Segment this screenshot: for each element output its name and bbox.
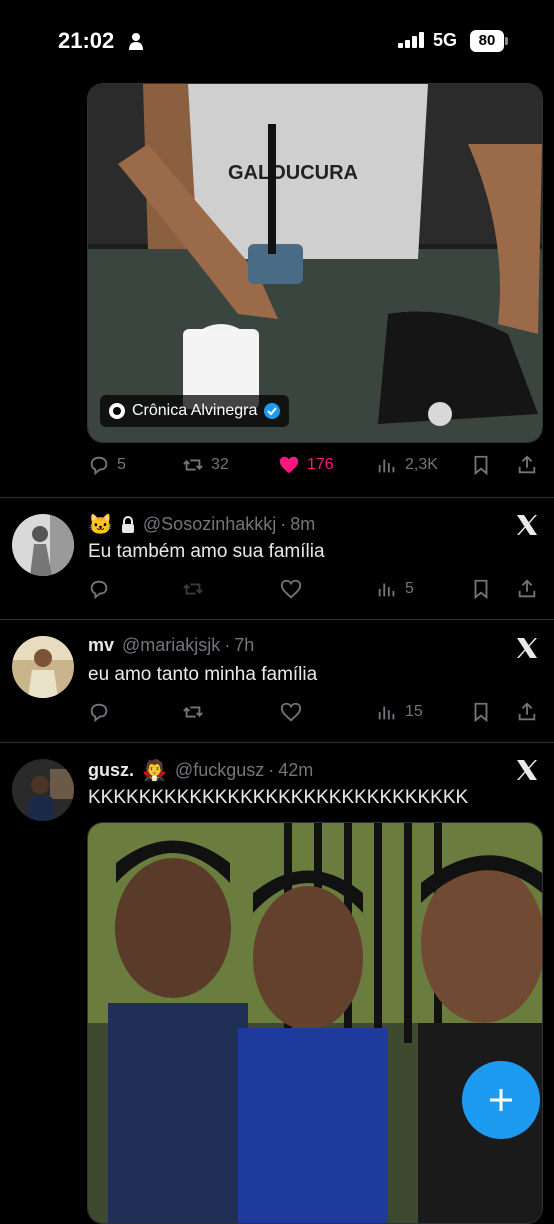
avatar[interactable] [12, 759, 74, 821]
compose-button[interactable] [462, 1061, 540, 1139]
divider [0, 742, 554, 743]
bookmark-icon [474, 702, 488, 723]
x-logo-icon [517, 638, 537, 658]
source-label: Crônica Alvinegra [132, 402, 258, 419]
network-type: 5G [433, 30, 458, 50]
display-name-emoji: 🐱 [88, 514, 113, 536]
battery-indicator: 80 [470, 30, 508, 52]
repost-icon [183, 459, 203, 471]
reply-button[interactable]: 5 [88, 454, 126, 476]
reply-icon [90, 703, 108, 723]
lock-icon [121, 515, 134, 533]
x-logo-icon [517, 515, 537, 535]
reply-button[interactable] [88, 701, 110, 723]
reply-text: KKKKKKKKKKKKKKKKKKKKKKKKKKKKKK [88, 787, 469, 808]
avatar[interactable] [12, 514, 74, 576]
timestamp: 7h [234, 635, 255, 655]
svg-text:GALOUCURA: GALOUCURA [228, 162, 358, 184]
repost-count: 32 [211, 456, 229, 473]
signal-icon [398, 32, 424, 48]
bookmark-button[interactable] [470, 454, 492, 476]
repost-button[interactable] [182, 701, 204, 723]
repost-icon [183, 583, 203, 595]
reply-text: eu amo tanto minha família [88, 664, 318, 685]
compose-icon [490, 1089, 512, 1111]
person-icon [129, 33, 143, 50]
reply-button[interactable] [88, 578, 110, 600]
views-button[interactable]: 5 [376, 578, 414, 600]
like-button[interactable] [280, 578, 302, 600]
views-button[interactable]: 2,3K [376, 454, 438, 476]
views-icon [378, 706, 395, 720]
share-button[interactable] [516, 578, 538, 600]
x-logo-icon [517, 760, 537, 780]
source-logo-icon [109, 403, 125, 419]
divider [0, 497, 554, 498]
handle[interactable]: @Sosozinhakkkj [143, 514, 276, 535]
handle[interactable]: @mariakjsjk [122, 635, 220, 656]
share-button[interactable] [516, 701, 538, 723]
reply-header: mv @mariakjsjk · 7h [88, 635, 255, 656]
bookmark-icon [474, 455, 488, 476]
views-icon [378, 459, 395, 473]
like-count: 176 [307, 456, 334, 473]
timestamp: 8m [290, 514, 316, 534]
share-button[interactable] [516, 454, 538, 476]
repost-button[interactable]: 32 [182, 454, 229, 476]
source-badge[interactable]: Crônica Alvinegra [100, 395, 290, 427]
timestamp: 42m [278, 760, 314, 780]
bookmark-button[interactable] [470, 578, 492, 600]
view-count: 2,3K [405, 456, 438, 473]
views-icon [378, 583, 395, 597]
display-name[interactable]: gusz. [88, 760, 134, 781]
like-button[interactable] [280, 701, 302, 723]
reply-count: 5 [117, 456, 126, 473]
like-button[interactable]: 176 [278, 454, 334, 476]
reply-header: gusz. 🧛 @fuckgusz · 42m [88, 760, 314, 782]
reply-text: Eu também amo sua família [88, 541, 325, 562]
views-button[interactable]: 15 [376, 701, 423, 723]
battery-level: 80 [470, 30, 504, 52]
share-icon [518, 702, 536, 721]
reply-photo[interactable] [87, 822, 543, 1224]
like-icon [280, 579, 302, 599]
divider [0, 619, 554, 620]
view-count: 15 [405, 703, 423, 720]
tweet-video[interactable]: GALOUCURA [87, 83, 543, 443]
repost-icon [183, 706, 203, 718]
bookmark-icon [474, 579, 488, 600]
repost-button[interactable] [182, 578, 204, 600]
like-icon [279, 456, 299, 474]
like-icon [280, 702, 302, 722]
bookmark-button[interactable] [470, 701, 492, 723]
reply-icon [90, 456, 108, 476]
reply-icon [90, 580, 108, 600]
status-time: 21:02 [58, 28, 115, 53]
handle[interactable]: @fuckgusz [175, 760, 264, 781]
share-icon [518, 455, 536, 474]
share-icon [518, 579, 536, 598]
verified-icon [264, 403, 281, 419]
display-name[interactable]: mv [88, 635, 114, 656]
avatar[interactable] [12, 636, 74, 698]
display-name-emoji: 🧛 [142, 760, 167, 782]
view-count: 5 [405, 580, 414, 597]
reply-header: 🐱 @Sosozinhakkkj · 8m [88, 514, 316, 536]
